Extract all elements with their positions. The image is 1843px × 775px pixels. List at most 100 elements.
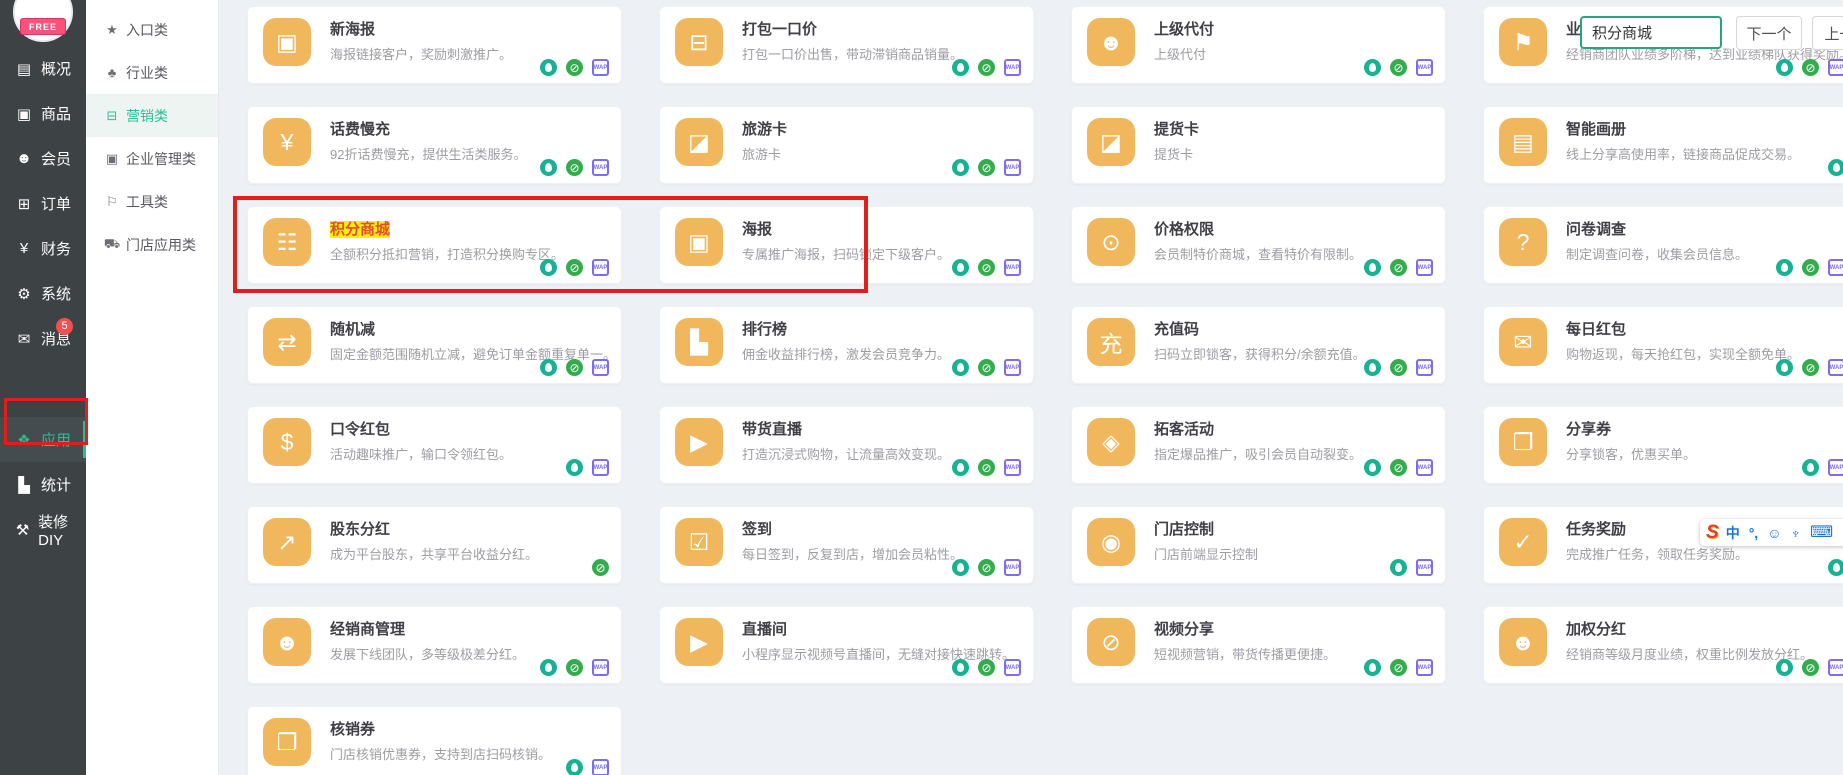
- category-item-marketing[interactable]: ⊟ 营销类: [86, 94, 218, 137]
- sidebar-item-goods[interactable]: ▣ 商品: [0, 91, 86, 136]
- app-card-shareholder-dividend[interactable]: ↗ 股东分红 成为平台股东，共享平台收益分红。 ⊘: [247, 506, 622, 584]
- app-card-travel-card[interactable]: ◪ 旅游卡 旅游卡 ⊘WAP: [659, 106, 1034, 184]
- sidebar-item-apps[interactable]: ❖ 应用: [0, 417, 86, 462]
- wap-platform-icon[interactable]: WAP: [592, 59, 609, 76]
- miniapp-platform-icon[interactable]: [1802, 459, 1819, 476]
- miniapp-platform-icon[interactable]: [540, 159, 557, 176]
- wap-platform-icon[interactable]: WAP: [592, 159, 609, 176]
- wap-platform-icon[interactable]: WAP: [1416, 259, 1433, 276]
- h5-link-platform-icon[interactable]: ⊘: [1802, 359, 1819, 376]
- keyboard-icon[interactable]: ⌨: [1810, 525, 1833, 541]
- app-card-ranking[interactable]: ▙ 排行榜 佣金收益排行榜，激发会员竞争力。 ⊘WAP: [659, 306, 1034, 384]
- sidebar-item-members[interactable]: ☻ 会员: [0, 136, 86, 181]
- wap-platform-icon[interactable]: WAP: [592, 259, 609, 276]
- app-card-verify-coupon[interactable]: ❐ 核销券 门店核销优惠券，支持到店扫码核销。 WAP: [247, 706, 622, 775]
- sidebar-item-overview[interactable]: ▤ 概况: [0, 46, 86, 91]
- miniapp-platform-icon[interactable]: [540, 259, 557, 276]
- wap-platform-icon[interactable]: WAP: [1828, 459, 1843, 476]
- app-card-price-permission[interactable]: ⊙ 价格权限 会员制特价商城，查看特价有限制。 ⊘WAP: [1071, 206, 1446, 284]
- wap-platform-icon[interactable]: WAP: [592, 759, 609, 775]
- app-card-password-redpacket[interactable]: $ 口令红包 活动趣味推广，输口令领红包。 WAP: [247, 406, 622, 484]
- emoji-icon[interactable]: ☺: [1767, 526, 1781, 540]
- miniapp-platform-icon[interactable]: [952, 559, 969, 576]
- miniapp-platform-icon[interactable]: [952, 359, 969, 376]
- miniapp-platform-icon[interactable]: [540, 659, 557, 676]
- wap-platform-icon[interactable]: WAP: [1416, 59, 1433, 76]
- miniapp-platform-icon[interactable]: [1364, 459, 1381, 476]
- app-card-pickup-card[interactable]: ◪ 提货卡 提货卡: [1071, 106, 1446, 184]
- h5-link-platform-icon[interactable]: ⊘: [978, 659, 995, 676]
- miniapp-platform-icon[interactable]: [1364, 259, 1381, 276]
- miniapp-platform-icon[interactable]: [540, 359, 557, 376]
- wap-platform-icon[interactable]: WAP: [592, 359, 609, 376]
- miniapp-platform-icon[interactable]: [1776, 59, 1793, 76]
- h5-link-platform-icon[interactable]: ⊘: [978, 159, 995, 176]
- mic-icon[interactable]: ♆: [1790, 526, 1801, 540]
- h5-link-platform-icon[interactable]: ⊘: [1390, 259, 1407, 276]
- miniapp-platform-icon[interactable]: [1828, 159, 1843, 176]
- find-next-button[interactable]: 下一个: [1736, 16, 1802, 50]
- app-card-superior-pay[interactable]: ☻ 上级代付 上级代付 ⊘WAP: [1071, 6, 1446, 84]
- miniapp-platform-icon[interactable]: [952, 159, 969, 176]
- wap-platform-icon[interactable]: WAP: [1004, 259, 1021, 276]
- miniapp-platform-icon[interactable]: [1364, 659, 1381, 676]
- h5-link-platform-icon[interactable]: ⊘: [1390, 659, 1407, 676]
- category-item-store[interactable]: ⛟ 门店应用类: [86, 223, 218, 266]
- miniapp-platform-icon[interactable]: [1364, 359, 1381, 376]
- category-item-enterprise[interactable]: ▣ 企业管理类: [86, 137, 218, 180]
- h5-link-platform-icon[interactable]: ⊘: [978, 59, 995, 76]
- wap-platform-icon[interactable]: WAP: [1828, 59, 1843, 76]
- category-item-industry[interactable]: ♣ 行业类: [86, 51, 218, 94]
- wap-platform-icon[interactable]: WAP: [1416, 559, 1433, 576]
- miniapp-platform-icon[interactable]: [1364, 59, 1381, 76]
- h5-link-platform-icon[interactable]: ⊘: [978, 259, 995, 276]
- miniapp-platform-icon[interactable]: [1776, 259, 1793, 276]
- app-card-smart-album[interactable]: ▤ 智能画册 线上分享高使用率，链接商品促成交易。: [1483, 106, 1843, 184]
- wap-platform-icon[interactable]: WAP: [1004, 59, 1021, 76]
- app-card-live-commerce[interactable]: ▶ 带货直播 打造沉浸式购物，让流量高效变现。 ⊘WAP: [659, 406, 1034, 484]
- miniapp-platform-icon[interactable]: [952, 659, 969, 676]
- h5-link-platform-icon[interactable]: ⊘: [566, 159, 583, 176]
- app-card-live-room[interactable]: ▶ 直播间 小程序显示视频号直播间，无缝对接快速跳转。 ⊘WAP: [659, 606, 1034, 684]
- miniapp-platform-icon[interactable]: [566, 459, 583, 476]
- miniapp-platform-icon[interactable]: [952, 459, 969, 476]
- h5-link-platform-icon[interactable]: ⊘: [978, 359, 995, 376]
- miniapp-platform-icon[interactable]: [1390, 559, 1407, 576]
- app-card-weighted-dividend[interactable]: ☻ 加权分红 经销商等级月度业绩，权重比例发放分红。 ⊘WAP: [1483, 606, 1843, 684]
- app-card-customer-expansion[interactable]: ◈ 拓客活动 指定爆品推广，吸引会员自动裂变。 ⊘WAP: [1071, 406, 1446, 484]
- wap-platform-icon[interactable]: WAP: [1828, 659, 1843, 676]
- wap-platform-icon[interactable]: WAP: [592, 659, 609, 676]
- wap-platform-icon[interactable]: WAP: [1828, 359, 1843, 376]
- miniapp-platform-icon[interactable]: [1776, 659, 1793, 676]
- app-card-package-price[interactable]: ⊟ 打包一口价 打包一口价出售，带动滞销商品销量。 ⊘WAP: [659, 6, 1034, 84]
- h5-link-platform-icon[interactable]: ⊘: [1802, 59, 1819, 76]
- h5-link-platform-icon[interactable]: ⊘: [1802, 259, 1819, 276]
- miniapp-platform-icon[interactable]: [952, 59, 969, 76]
- miniapp-platform-icon[interactable]: [540, 59, 557, 76]
- wap-platform-icon[interactable]: WAP: [1004, 659, 1021, 676]
- sidebar-item-orders[interactable]: ⊞ 订单: [0, 181, 86, 226]
- miniapp-platform-icon[interactable]: [1776, 359, 1793, 376]
- sidebar-item-stats[interactable]: ▙ 统计: [0, 462, 86, 507]
- app-card-store-control[interactable]: ◉ 门店控制 门店前端显示控制 WAP: [1071, 506, 1446, 584]
- app-card-checkin[interactable]: ☑ 签到 每日签到，反复到店，增加会员粘性。 ⊘WAP: [659, 506, 1034, 584]
- punctuation-icon[interactable]: °,: [1749, 526, 1759, 540]
- sogou-logo-icon[interactable]: S: [1706, 522, 1719, 544]
- wap-platform-icon[interactable]: WAP: [592, 459, 609, 476]
- h5-link-platform-icon[interactable]: ⊘: [1390, 59, 1407, 76]
- h5-link-platform-icon[interactable]: ⊘: [566, 259, 583, 276]
- app-card-daily-redpacket[interactable]: ✉ 每日红包 购物返现，每天抢红包，实现全额免单。 ⊘WAP: [1483, 306, 1843, 384]
- wap-platform-icon[interactable]: WAP: [1004, 159, 1021, 176]
- wap-platform-icon[interactable]: WAP: [1004, 459, 1021, 476]
- find-input[interactable]: [1580, 16, 1722, 49]
- h5-link-platform-icon[interactable]: ⊘: [566, 359, 583, 376]
- h5-link-platform-icon[interactable]: ⊘: [566, 59, 583, 76]
- app-card-distributor[interactable]: ☻ 经销商管理 发展下线团队，多等级极差分红。 ⊘WAP: [247, 606, 622, 684]
- sidebar-item-finance[interactable]: ¥ 财务: [0, 226, 86, 271]
- miniapp-platform-icon[interactable]: [566, 759, 583, 775]
- wap-platform-icon[interactable]: WAP: [1416, 659, 1433, 676]
- sidebar-item-system[interactable]: ⚙ 系统: [0, 271, 86, 316]
- wap-platform-icon[interactable]: WAP: [1828, 259, 1843, 276]
- sidebar-item-message[interactable]: ✉ 消息5: [0, 316, 86, 361]
- app-card-new-poster[interactable]: ▣ 新海报 海报链接客户，奖励刺激推广。 ⊘WAP: [247, 6, 622, 84]
